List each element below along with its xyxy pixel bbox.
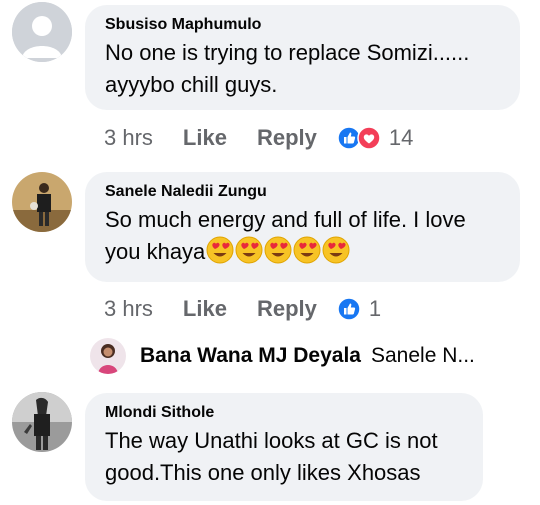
love-icon: [357, 126, 381, 150]
heart-eyes-emoji: [264, 236, 292, 264]
reactions-summary[interactable]: 14: [337, 125, 413, 151]
comment-text-line: ayyybo chill guys.: [105, 72, 278, 97]
like-button[interactable]: Like: [183, 296, 227, 322]
reactions-summary[interactable]: 1: [337, 296, 381, 322]
heart-eyes-emoji: [206, 236, 234, 264]
heart-eyes-emoji: [322, 236, 350, 264]
reply-text-preview: Sanele N...: [370, 344, 475, 367]
comment-author[interactable]: Mlondi Sithole: [105, 403, 463, 423]
comment-time[interactable]: 3 hrs: [104, 296, 153, 322]
emoji-group: [205, 236, 350, 264]
comment-author[interactable]: Sanele Naledii Zungu: [105, 182, 500, 202]
heart-eyes-emoji: [235, 236, 263, 264]
photo-avatar: [12, 392, 72, 452]
reply-author[interactable]: Bana Wana MJ Deyala: [140, 344, 361, 368]
like-icon: [337, 297, 361, 321]
photo-avatar: [12, 172, 72, 232]
reaction-count: 1: [368, 296, 382, 321]
avatar[interactable]: [12, 172, 72, 232]
reaction-count: 14: [388, 125, 414, 150]
avatar[interactable]: [90, 338, 126, 374]
comment-text-line: No one is trying to replace Somizi......: [105, 40, 470, 65]
like-button[interactable]: Like: [183, 125, 227, 151]
comment-text-line: good.This one only likes Xhosas: [105, 460, 421, 485]
comment-text: The way Unathi looks at GC is not good.T…: [105, 425, 463, 489]
avatar[interactable]: [12, 392, 72, 452]
comment-text-line: The way Unathi looks at GC is not: [105, 428, 438, 453]
photo-avatar: [90, 338, 126, 374]
comment-bubble: Mlondi Sithole The way Unathi looks at G…: [85, 393, 483, 501]
comment-actions: 3 hrs Like Reply 14: [104, 123, 413, 153]
heart-eyes-emoji: [293, 236, 321, 264]
comment-text: No one is trying to replace Somizi......…: [105, 37, 500, 101]
reply-button[interactable]: Reply: [257, 296, 317, 322]
comment-text-line: you khaya: [105, 236, 500, 268]
default-avatar-icon: [12, 2, 72, 62]
comment-actions: 3 hrs Like Reply 1: [104, 294, 381, 324]
comment-author[interactable]: Sbusiso Maphumulo: [105, 15, 500, 35]
comment-text: So much energy and full of life. I love …: [105, 204, 500, 268]
reply-preview[interactable]: Bana Wana MJ Deyala Sanele N...: [90, 336, 475, 376]
avatar[interactable]: [12, 2, 72, 62]
comment-bubble: Sbusiso Maphumulo No one is trying to re…: [85, 5, 520, 110]
comment-text-span: you khaya: [105, 239, 206, 264]
comment-time[interactable]: 3 hrs: [104, 125, 153, 151]
comment-bubble: Sanele Naledii Zungu So much energy and …: [85, 172, 520, 282]
comment-text-line: So much energy and full of life. I love: [105, 207, 466, 232]
reply-button[interactable]: Reply: [257, 125, 317, 151]
